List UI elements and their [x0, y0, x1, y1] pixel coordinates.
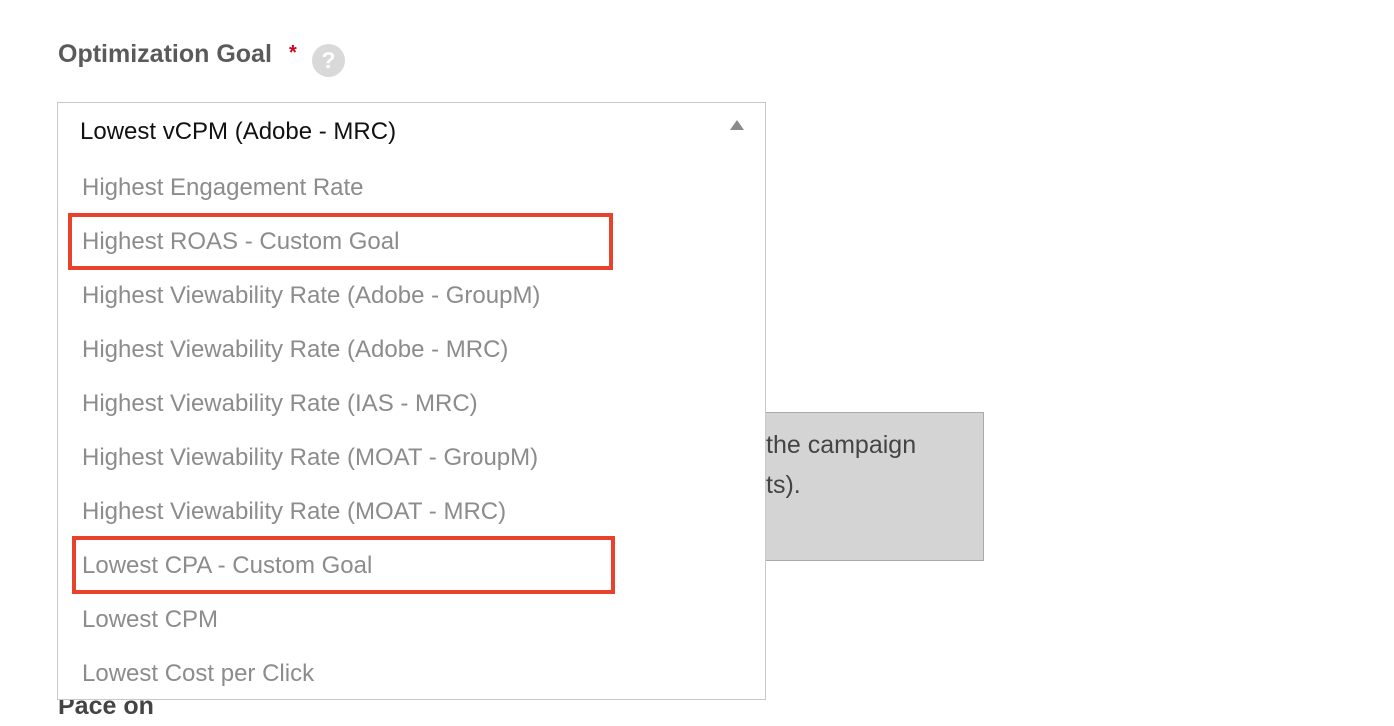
dropdown-option[interactable]: Highest Viewability Rate (MOAT - GroupM) [82, 444, 538, 472]
dropdown-option[interactable]: Lowest CPM [82, 606, 218, 634]
page: Optimization Goal * ? the campaign ts). … [0, 0, 1394, 726]
optimization-goal-label: Optimization Goal [58, 40, 272, 68]
highlight-cpa-option [72, 536, 615, 594]
caret-up-icon[interactable] [730, 120, 744, 130]
optimization-goal-select[interactable]: Lowest vCPM (Adobe - MRC) [57, 102, 766, 160]
dropdown-option[interactable]: Lowest Cost per Click [82, 660, 314, 688]
info-text-line: the campaign [766, 431, 917, 459]
info-tooltip-box: the campaign ts). [745, 412, 984, 561]
selected-value: Lowest vCPM (Adobe - MRC) [80, 118, 397, 145]
dropdown-option[interactable]: Highest Viewability Rate (MOAT - MRC) [82, 498, 506, 526]
dropdown-option[interactable]: Highest Viewability Rate (IAS - MRC) [82, 390, 478, 418]
question-mark-icon[interactable]: ? [312, 44, 345, 77]
highlight-roas-option [68, 213, 613, 270]
required-asterisk: * [289, 42, 297, 64]
dropdown-option[interactable]: Highest Engagement Rate [82, 174, 364, 202]
dropdown-option[interactable]: Highest Viewability Rate (Adobe - GroupM… [82, 282, 540, 310]
dropdown-option[interactable]: Highest Viewability Rate (Adobe - MRC) [82, 336, 508, 364]
info-text-line: ts). [766, 471, 801, 499]
